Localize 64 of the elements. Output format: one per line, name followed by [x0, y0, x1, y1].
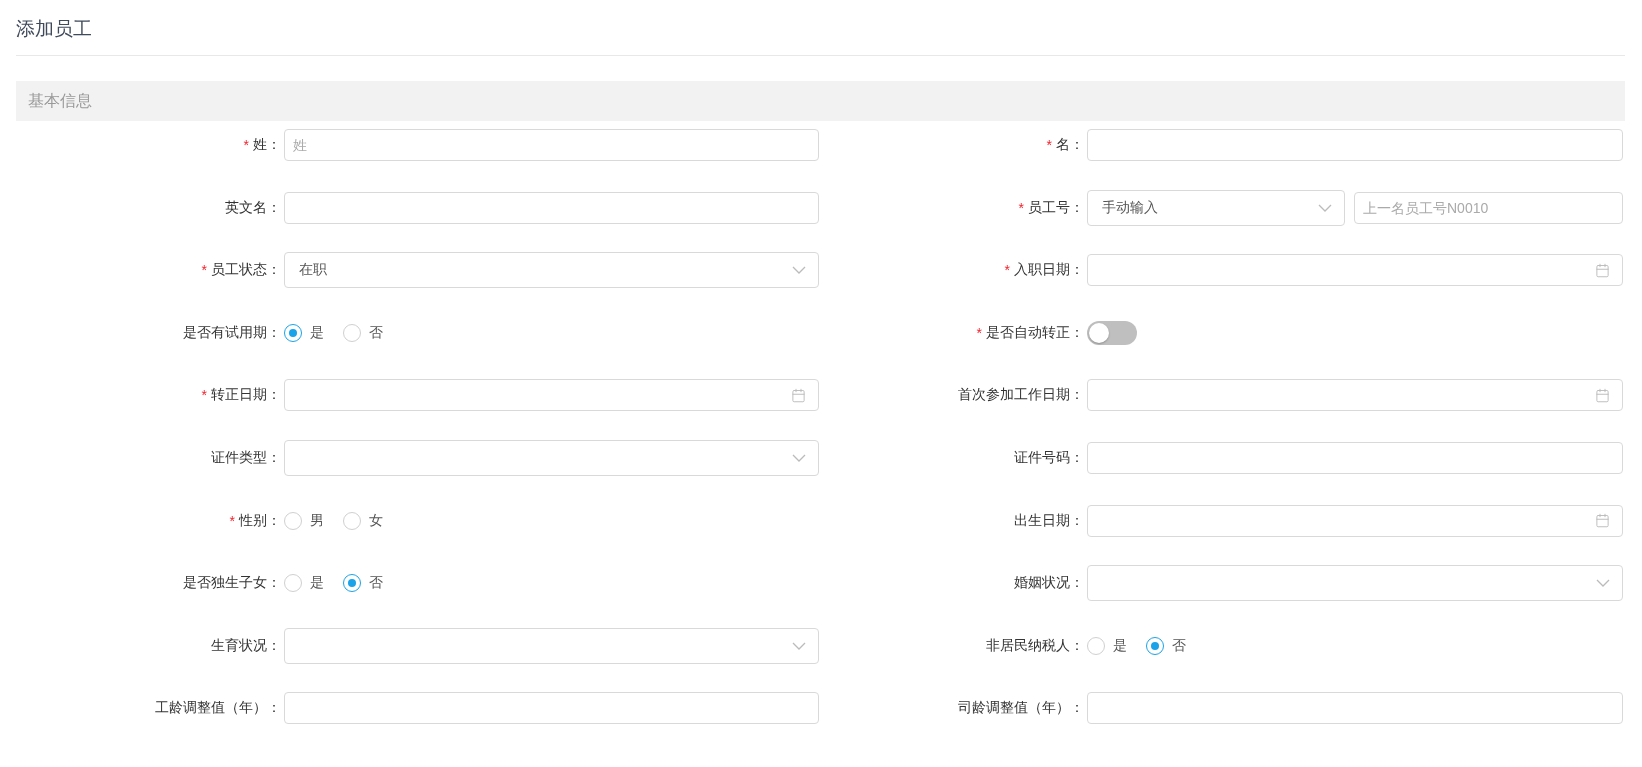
- calendar-icon: [1595, 513, 1610, 529]
- radio-label: 是: [1113, 636, 1127, 655]
- section-title: 基本信息: [28, 90, 92, 111]
- radio-label: 女: [369, 511, 383, 530]
- required-mark: *: [229, 512, 235, 529]
- required-mark: *: [1004, 262, 1010, 279]
- radio-label: 否: [369, 323, 383, 342]
- radio-label: 男: [310, 511, 324, 530]
- required-mark: *: [976, 324, 982, 341]
- date-field[interactable]: [1087, 379, 1623, 412]
- calendar-icon: [1595, 262, 1610, 278]
- calendar-icon: [791, 387, 806, 403]
- field-label: 性别：: [239, 511, 281, 530]
- text-field[interactable]: [1087, 129, 1623, 161]
- chevron-down-icon: [792, 266, 806, 275]
- field-label: 是否独生子女：: [183, 574, 281, 593]
- radio-label: 是: [310, 574, 324, 593]
- field-label: 婚姻状况：: [1014, 574, 1084, 593]
- field-label: 员工号：: [1028, 198, 1084, 217]
- select-field[interactable]: [284, 439, 819, 476]
- text-field[interactable]: 姓: [284, 129, 819, 161]
- radio-label: 否: [1172, 636, 1186, 655]
- required-mark: *: [201, 387, 207, 404]
- text-field[interactable]: [284, 191, 819, 224]
- chevron-down-icon: [1596, 579, 1610, 588]
- field-label: 是否有试用期：: [183, 323, 281, 342]
- text-field[interactable]: [1087, 692, 1623, 725]
- date-field[interactable]: [1087, 504, 1623, 537]
- field-label: 非居民纳税人：: [986, 636, 1084, 655]
- field-label: 首次参加工作日期：: [958, 386, 1084, 405]
- field-label: 生育状况：: [211, 636, 281, 655]
- field-label: 工龄调整值（年）：: [155, 699, 281, 718]
- field-label: 出生日期：: [1014, 511, 1084, 530]
- field-label: 入职日期：: [1014, 261, 1084, 280]
- select-field[interactable]: [284, 627, 819, 664]
- calendar-icon: [1595, 387, 1610, 403]
- radio-label: 是: [310, 323, 324, 342]
- select-field[interactable]: 在职: [284, 252, 819, 289]
- toggle-switch[interactable]: [1087, 320, 1137, 345]
- field-label: 转正日期：: [211, 386, 281, 405]
- date-field[interactable]: [1087, 254, 1623, 287]
- field-label: 证件类型：: [211, 448, 281, 467]
- text-field[interactable]: 上一名员工号N0010: [1354, 191, 1623, 224]
- field-label: 英文名：: [225, 198, 281, 217]
- chevron-down-icon: [1318, 203, 1332, 212]
- page-title: 添加员工: [16, 0, 1625, 56]
- field-label: 姓：: [253, 136, 281, 154]
- required-mark: *: [1018, 199, 1024, 216]
- date-field[interactable]: [284, 379, 819, 412]
- field-label: 员工状态：: [211, 261, 281, 280]
- select-field[interactable]: [1087, 565, 1623, 602]
- text-field[interactable]: [1087, 441, 1623, 474]
- field-label: 证件号码：: [1014, 448, 1084, 467]
- chevron-down-icon: [792, 453, 806, 462]
- select-field[interactable]: 手动输入: [1087, 189, 1345, 226]
- radio-label: 否: [369, 574, 383, 593]
- field-label: 是否自动转正：: [986, 323, 1084, 342]
- text-field[interactable]: [284, 692, 819, 725]
- field-label: 名：: [1056, 136, 1084, 154]
- chevron-down-icon: [792, 641, 806, 650]
- field-label: 司龄调整值（年）：: [958, 699, 1084, 718]
- required-mark: *: [201, 262, 207, 279]
- required-mark: *: [1046, 137, 1052, 153]
- required-mark: *: [243, 137, 249, 153]
